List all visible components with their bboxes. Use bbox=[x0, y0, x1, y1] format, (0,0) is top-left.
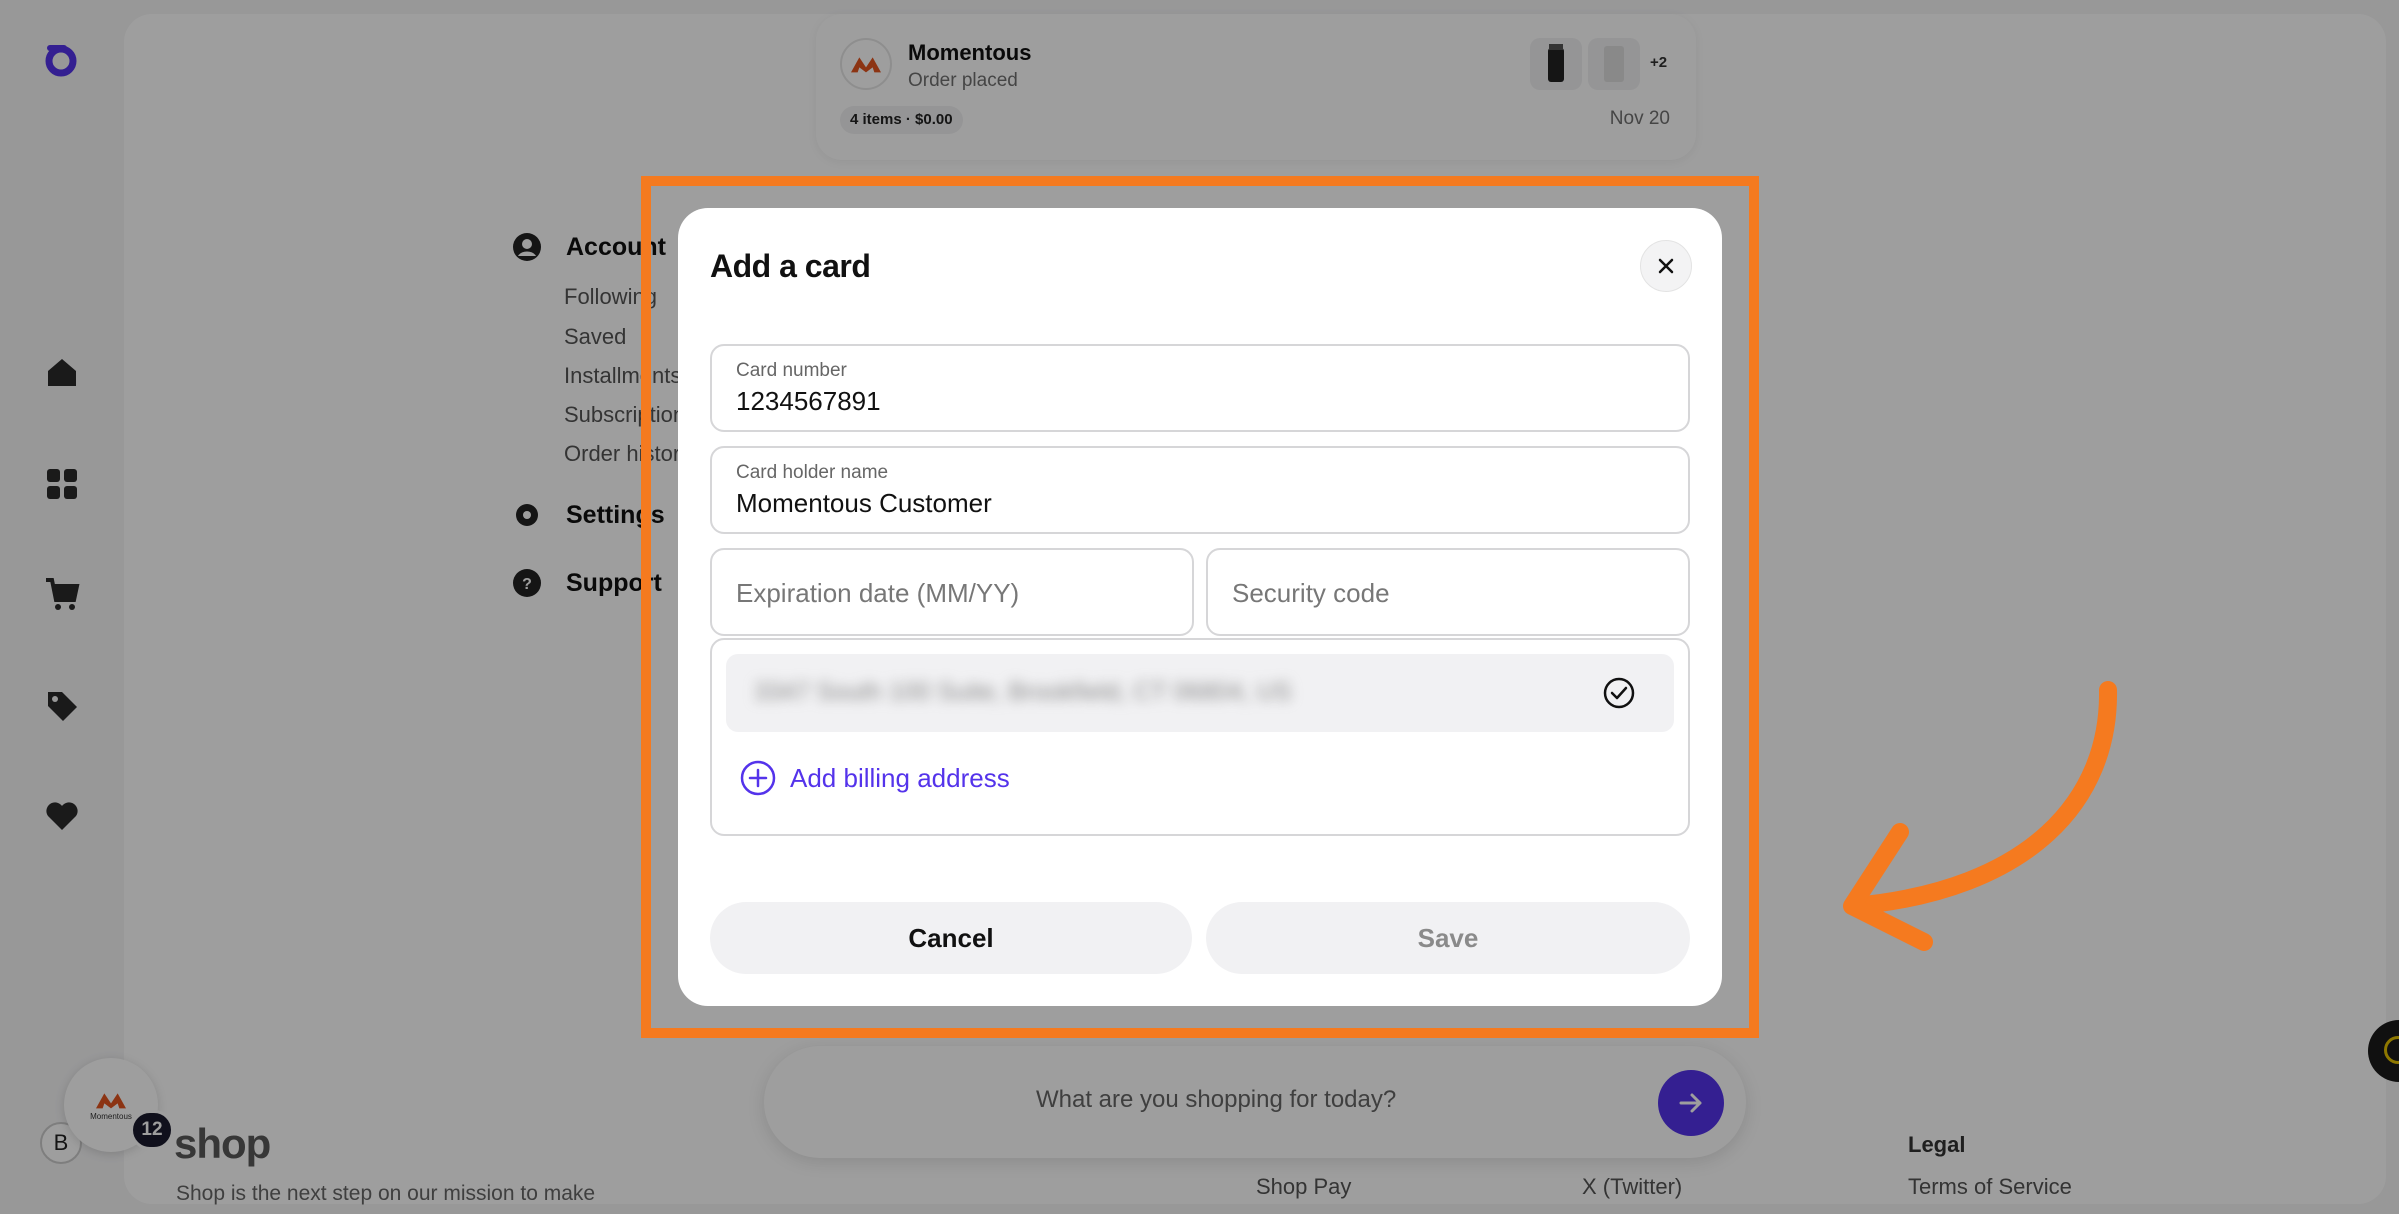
close-button[interactable] bbox=[1640, 240, 1692, 292]
card-number-label: Card number bbox=[736, 360, 847, 381]
billing-address-text: 3347 South 100 Suite, Brookfield, CT 068… bbox=[754, 678, 1292, 706]
annotation-arrow-icon bbox=[1843, 681, 2118, 951]
modal-title: Add a card bbox=[710, 248, 871, 284]
plus-circle-icon bbox=[740, 760, 776, 796]
add-billing-address-label: Add billing address bbox=[790, 762, 1010, 793]
card-number-field[interactable]: Card number 1234567891 bbox=[710, 344, 1690, 432]
add-billing-address-link[interactable]: Add billing address bbox=[740, 760, 1010, 796]
card-holder-field[interactable]: Card holder name Momentous Customer bbox=[710, 446, 1690, 534]
card-holder-value: Momentous Customer bbox=[736, 488, 992, 518]
billing-address-section: 3347 South 100 Suite, Brookfield, CT 068… bbox=[710, 638, 1690, 836]
security-code-field[interactable]: Security code bbox=[1206, 548, 1690, 636]
expiration-date-placeholder: Expiration date (MM/YY) bbox=[736, 578, 1020, 608]
expiration-date-field[interactable]: Expiration date (MM/YY) bbox=[710, 548, 1194, 636]
add-card-modal: Add a card Card number 1234567891 Card h… bbox=[678, 208, 1722, 1006]
security-code-placeholder: Security code bbox=[1232, 578, 1390, 608]
card-holder-label: Card holder name bbox=[736, 462, 889, 483]
card-number-value: 1234567891 bbox=[736, 386, 881, 416]
saved-billing-address-option[interactable]: 3347 South 100 Suite, Brookfield, CT 068… bbox=[726, 654, 1674, 732]
cancel-button[interactable]: Cancel bbox=[710, 902, 1192, 974]
close-icon bbox=[1658, 258, 1674, 274]
check-circle-icon bbox=[1603, 677, 1635, 709]
save-button[interactable]: Save bbox=[1206, 902, 1690, 974]
